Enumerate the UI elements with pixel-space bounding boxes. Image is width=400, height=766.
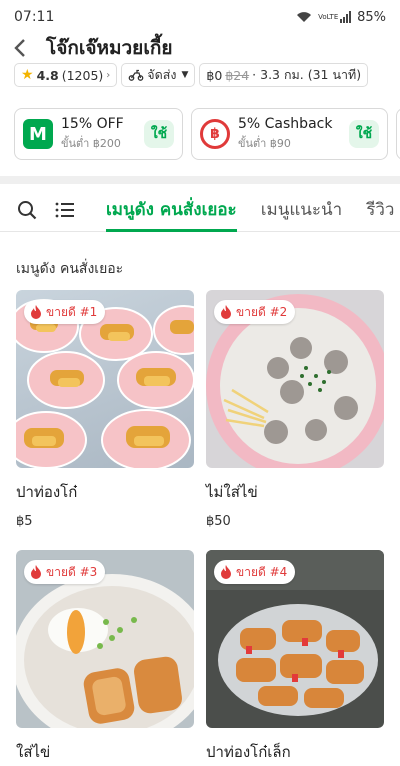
- use-promo-button[interactable]: ใช้: [349, 120, 379, 148]
- tab-recommended[interactable]: เมนูแนะนำ: [261, 188, 343, 232]
- rating-chip[interactable]: ★ 4.8 (1205) ›: [14, 63, 118, 87]
- promo-card-partial[interactable]: [396, 108, 400, 160]
- menu-item-name: ใส่ไข่: [16, 743, 51, 761]
- menu-item-card[interactable]: ขายดี #1 ปาท่องโก๋ ฿5: [16, 290, 194, 529]
- coin-logo-icon: ฿: [200, 119, 230, 149]
- volte-icon: VoLTE: [318, 12, 339, 21]
- bestseller-rank: ขายดี #4: [236, 564, 288, 579]
- delivery-mode-select[interactable]: จัดส่ง ▼: [121, 63, 196, 87]
- info-row: ★ 4.8 (1205) › จัดส่ง ▼ ฿0 ฿24 · 3.3 กม.…: [14, 62, 369, 88]
- battery-level: 85%: [357, 9, 386, 25]
- flame-icon: [221, 305, 231, 319]
- menu-item-card[interactable]: ขายดี #2 ไม่ใส่ไข่ ฿50: [206, 290, 384, 529]
- flame-icon: [31, 565, 41, 579]
- status-time: 07:11: [14, 9, 55, 25]
- food-photo[interactable]: ขายดี #2: [206, 290, 384, 468]
- menu-item-name: ปาท่องโก๋เล็ก: [206, 743, 291, 761]
- promo-title: 5% Cashback: [238, 116, 333, 132]
- back-button[interactable]: [0, 34, 40, 62]
- flame-icon: [221, 565, 231, 579]
- star-icon: ★: [21, 67, 34, 83]
- search-button[interactable]: [12, 195, 42, 225]
- tab-reviews[interactable]: รีวิว: [366, 188, 394, 232]
- food-photo[interactable]: ขายดี #1: [16, 290, 194, 468]
- menu-item-name: ไม่ใส่ไข่: [206, 483, 258, 501]
- menu-tab-bar: เมนูดัง คนสั่งเยอะ เมนูแนะนำ รีวิว: [0, 188, 400, 232]
- review-count: (1205): [61, 67, 104, 83]
- delivery-mode-label: จัดส่ง: [147, 67, 177, 82]
- header: โจ๊กเจ๊หมวยเกี้ย: [0, 34, 400, 62]
- bestseller-rank: ขายดี #3: [46, 564, 98, 579]
- flame-icon: [31, 305, 41, 319]
- chevron-right-icon: ›: [106, 69, 111, 81]
- bestseller-badge: ขายดี #1: [24, 300, 106, 324]
- tab-popular[interactable]: เมนูดัง คนสั่งเยอะ: [106, 188, 237, 232]
- delivery-fee-chip: ฿0 ฿24 · 3.3 กม. (31 นาที): [199, 63, 369, 87]
- section-divider: [0, 176, 400, 184]
- status-bar: 07:11 VoLTE 85%: [0, 0, 400, 34]
- menu-item-card[interactable]: ขายดี #3 ใส่ไข่: [16, 550, 194, 764]
- promo-minimum: ขั้นต่ำ ฿200: [61, 137, 121, 150]
- wifi-icon: [297, 12, 312, 22]
- delivery-fee-now: ฿0: [206, 67, 223, 83]
- merchant-m-logo-icon: M: [23, 119, 53, 149]
- food-photo[interactable]: ขายดี #4: [206, 550, 384, 728]
- bestseller-badge: ขายดี #4: [214, 560, 296, 584]
- menu-item-price: ฿5: [16, 514, 33, 529]
- restaurant-title: โจ๊กเจ๊หมวยเกี้ย: [46, 37, 173, 59]
- promo-card-cashback[interactable]: ฿ 5% Cashback ขั้นต่ำ ฿90 ใช้: [191, 108, 388, 160]
- back-arrow-icon: [14, 39, 25, 57]
- food-photo[interactable]: ขายดี #3: [16, 550, 194, 728]
- section-title: เมนูดัง คนสั่งเยอะ: [16, 261, 124, 277]
- use-promo-button[interactable]: ใช้: [144, 120, 174, 148]
- signal-icon: [340, 11, 352, 23]
- list-icon: [55, 202, 74, 217]
- menu-item-price: ฿50: [206, 514, 231, 529]
- rating-value: 4.8: [36, 67, 59, 83]
- bestseller-badge: ขายดี #3: [24, 560, 106, 584]
- promo-minimum: ขั้นต่ำ ฿90: [238, 137, 291, 150]
- search-icon: [18, 200, 37, 219]
- menu-list-button[interactable]: [50, 195, 80, 225]
- promo-card-15-off[interactable]: M 15% OFF ขั้นต่ำ ฿200 ใช้: [14, 108, 183, 160]
- bestseller-badge: ขายดี #2: [214, 300, 296, 324]
- menu-item-name: ปาท่องโก๋: [16, 483, 78, 501]
- delivery-fee-old: ฿24: [225, 67, 250, 83]
- bestseller-rank: ขายดี #1: [46, 304, 98, 319]
- promo-title: 15% OFF: [61, 116, 124, 132]
- chevron-down-icon: ▼: [181, 70, 189, 80]
- menu-item-card[interactable]: ขายดี #4 ปาท่องโก๋เล็ก: [206, 550, 384, 764]
- promo-carousel[interactable]: M 15% OFF ขั้นต่ำ ฿200 ใช้ ฿ 5% Cashback…: [14, 108, 400, 160]
- delivery-scooter-icon: [128, 69, 144, 81]
- distance-time: · 3.3 กม. (31 นาที): [252, 67, 362, 82]
- bestseller-rank: ขายดี #2: [236, 304, 288, 319]
